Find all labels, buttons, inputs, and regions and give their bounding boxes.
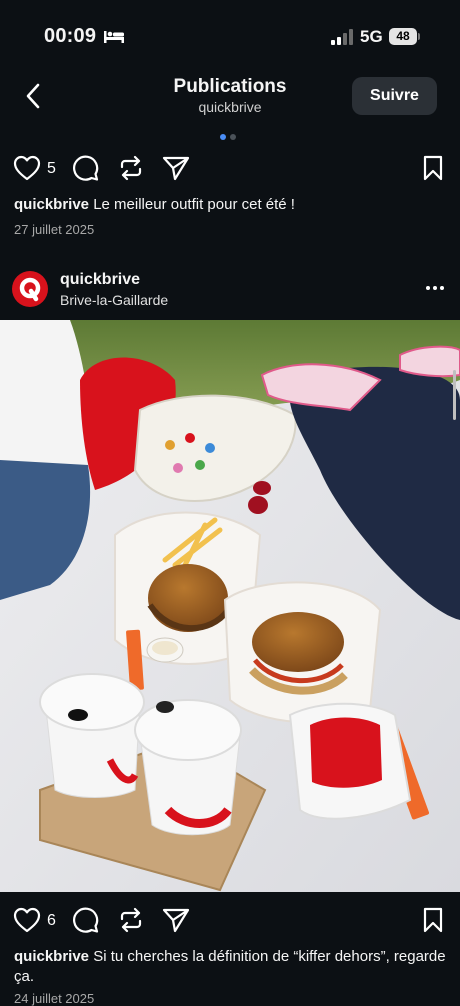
like-button[interactable] [12,905,42,935]
status-time: 00:09 [44,25,97,47]
comment-icon [73,907,99,933]
comment-button[interactable] [70,905,100,935]
share-button[interactable] [161,905,191,935]
post-date: 24 juillet 2025 [14,991,95,1006]
carousel-dot-active [220,134,226,140]
save-button[interactable] [418,153,448,183]
caption-text: Le meilleur outfit pour cet été ! [93,196,295,213]
bed-icon [104,31,124,43]
paper-bag [288,702,412,820]
sauce-cup [146,637,184,663]
send-icon [162,156,190,181]
post-username[interactable]: quickbrive [60,271,140,289]
like-button[interactable] [12,153,42,183]
caption-username[interactable]: quickbrive [14,948,89,965]
post-caption: quickbrive Le meilleur outfit pour cet é… [14,195,446,215]
bookmark-icon [423,155,443,181]
caption-username[interactable]: quickbrive [14,196,89,213]
heart-icon [13,155,41,181]
burger-box [223,581,382,724]
dot [426,286,430,290]
carousel-dots [220,134,236,140]
repost-button[interactable] [116,905,146,935]
follow-button[interactable]: Suivre [352,77,437,115]
like-count[interactable]: 6 [47,912,56,930]
post-date: 27 juillet 2025 [14,222,95,237]
comment-button[interactable] [70,153,100,183]
signal-icon [331,29,353,45]
battery-nub [418,33,420,40]
scroll-indicator[interactable] [453,370,456,420]
heart-icon [13,907,41,933]
save-button[interactable] [418,905,448,935]
repost-button[interactable] [116,153,146,183]
send-icon [162,908,190,933]
post-caption: quickbrive Si tu cherches la définition … [14,947,446,987]
avatar[interactable] [12,271,48,307]
like-count[interactable]: 5 [47,160,56,178]
more-options-button[interactable] [422,278,448,298]
repost-icon [120,907,142,933]
bookmark-icon [423,907,443,933]
comment-icon [73,155,99,181]
share-button[interactable] [161,153,191,183]
dot [433,286,437,290]
quick-logo-icon [19,277,41,302]
battery-icon: 48 [389,28,417,45]
repost-icon [120,155,142,181]
carousel-dot [230,134,236,140]
dot [440,286,444,290]
post-photo[interactable] [0,320,460,892]
post-location[interactable]: Brive-la-Gaillarde [60,292,168,308]
network-type: 5G [360,27,383,46]
